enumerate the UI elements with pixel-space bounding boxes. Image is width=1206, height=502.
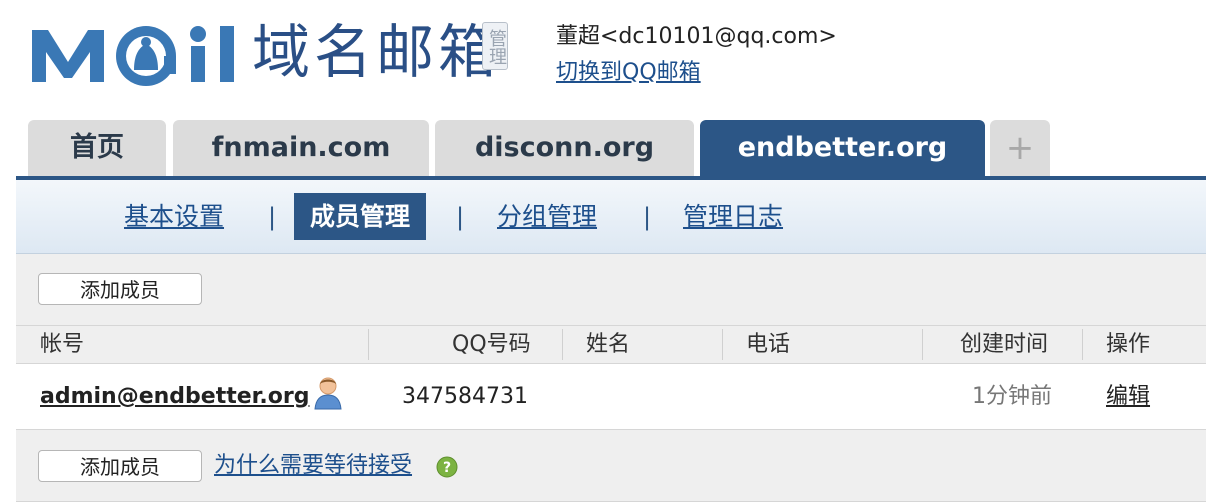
add-domain-tab-plus-icon[interactable]: + (990, 120, 1050, 176)
member-footer-toolbar: 添加成员 为什么需要等待接受 ? (16, 430, 1206, 502)
tab-endbetter[interactable]: endbetter.org (700, 120, 985, 176)
admin-badge: 管理 (482, 22, 508, 70)
add-member-button-bottom[interactable]: 添加成员 (38, 450, 202, 482)
logo-mail-icon (32, 26, 234, 86)
domain-mail-title: 域名邮箱 (252, 18, 501, 86)
subnav-separator: | (456, 203, 465, 231)
help-icon[interactable]: ? (436, 456, 458, 482)
subnav-separator: | (268, 203, 277, 231)
member-account-link[interactable]: admin@endbetter.org (40, 364, 309, 430)
member-toolbar: 添加成员 (16, 254, 1206, 326)
subnav-separator: | (643, 203, 652, 231)
column-divider (562, 329, 563, 360)
column-actions: 操作 (1106, 332, 1151, 357)
sub-navigation: 基本设置 | 成员管理 | 分组管理 | 管理日志 (16, 180, 1206, 254)
add-member-button[interactable]: 添加成员 (38, 273, 202, 305)
why-wait-accept-link[interactable]: 为什么需要等待接受 (214, 450, 412, 482)
member-qq-number: 347584731 (402, 384, 528, 409)
table-row: admin@endbetter.org 347584731 1分钟前 编辑 (16, 364, 1206, 430)
column-divider (722, 329, 723, 360)
subnav-group-management[interactable]: 分组管理 (497, 200, 597, 234)
tab-home[interactable]: 首页 (28, 120, 166, 176)
member-table-header: 帐号 QQ号码 姓名 电话 创建时间 操作 (16, 326, 1206, 364)
column-phone: 电话 (746, 332, 791, 357)
column-divider (368, 329, 369, 360)
svg-text:?: ? (443, 460, 451, 476)
column-divider (1082, 329, 1083, 360)
header: 域名邮箱 管理 董超<dc10101@qq.com> 切换到QQ邮箱 (0, 0, 1206, 118)
member-created-time: 1分钟前 (972, 384, 1052, 409)
column-divider (922, 329, 923, 360)
column-qq: QQ号码 (452, 332, 531, 357)
tab-disconn[interactable]: disconn.org (435, 120, 694, 176)
edit-member-link[interactable]: 编辑 (1106, 364, 1150, 430)
switch-to-qq-mail-link[interactable]: 切换到QQ邮箱 (556, 54, 701, 86)
column-name: 姓名 (586, 332, 631, 357)
subnav-member-management[interactable]: 成员管理 (294, 193, 427, 240)
user-account: 董超<dc10101@qq.com> (556, 24, 837, 49)
subnav-admin-log[interactable]: 管理日志 (683, 200, 783, 234)
mail-logo[interactable] (28, 12, 248, 92)
column-created: 创建时间 (960, 332, 1049, 357)
column-account: 帐号 (40, 332, 85, 357)
subnav-basic-settings[interactable]: 基本设置 (124, 200, 224, 234)
tab-fnmain[interactable]: fnmain.com (173, 120, 429, 176)
user-icon (313, 376, 343, 414)
